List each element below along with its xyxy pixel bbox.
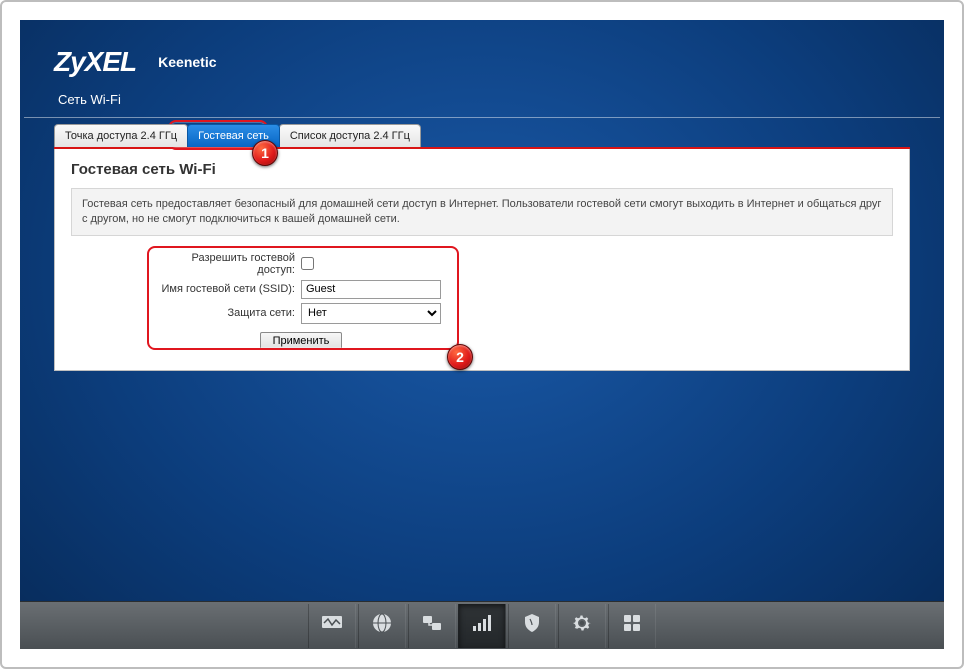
gear-icon [570,611,594,640]
router-admin-screen: ZyXEL Keenetic Сеть Wi-Fi Точка доступа … [20,20,944,649]
apply-button[interactable]: Применить [260,332,343,350]
brand-logo: ZyXEL [54,46,136,78]
toolbar-wifi[interactable] [458,604,506,648]
bottom-toolbar [20,601,944,649]
marker-1-label: 1 [261,145,269,161]
monitor-icon [320,611,344,640]
tabs-row: Точка доступа 2.4 ГГц Гостевая сеть Спис… [20,118,944,147]
shield-icon [520,611,544,640]
network-icon [420,611,444,640]
form-area: Разрешить гостевой доступ: Имя гостевой … [151,252,451,350]
ssid-label: Имя гостевой сети (SSID): [151,283,301,295]
window-frame: ZyXEL Keenetic Сеть Wi-Fi Точка доступа … [0,0,964,669]
toolbar-network[interactable] [408,604,456,648]
panel-title: Гостевая сеть Wi-Fi [71,161,893,178]
marker-2: 2 [447,344,473,370]
toolbar-apps[interactable] [608,604,656,648]
panel-info: Гостевая сеть предоставляет безопасный д… [71,188,893,236]
apps-icon [620,611,644,640]
marker-1: 1 [252,140,278,166]
toolbar-globe[interactable] [358,604,406,648]
toolbar-settings[interactable] [558,604,606,648]
tab-access-point[interactable]: Точка доступа 2.4 ГГц [54,124,188,147]
brand-product: Keenetic [158,54,216,70]
marker-2-label: 2 [456,349,464,365]
security-select[interactable]: Нет [301,303,441,324]
tab-access-list[interactable]: Список доступа 2.4 ГГц [279,124,421,147]
allow-guest-checkbox[interactable] [301,257,314,270]
toolbar-monitor[interactable] [308,604,356,648]
ssid-input[interactable] [301,280,441,299]
content-panel: Гостевая сеть Wi-Fi Гостевая сеть предос… [54,149,910,371]
header: ZyXEL Keenetic [20,20,944,82]
security-label: Защита сети: [151,307,301,319]
wifi-bars-icon [470,611,494,640]
section-title: Сеть Wi-Fi [24,82,940,118]
allow-guest-label: Разрешить гостевой доступ: [151,252,301,276]
globe-icon [370,611,394,640]
toolbar-firewall[interactable] [508,604,556,648]
